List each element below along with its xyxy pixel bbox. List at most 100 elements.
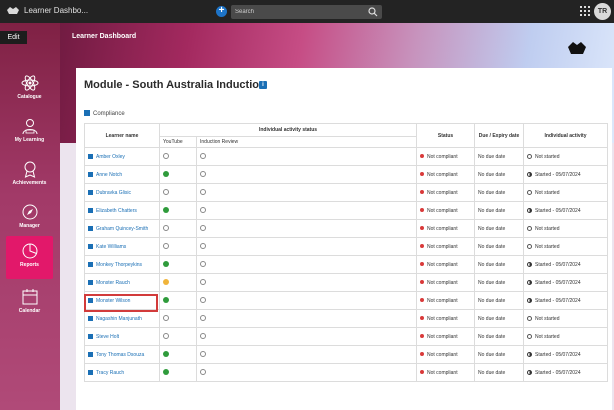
activity-text: Not started <box>535 225 560 232</box>
table-row: Elizabeth Chatters Not compliant No due da… <box>84 201 609 220</box>
individual-activity-cell: Started - 05/07/2024 <box>523 255 609 274</box>
module-title: Module - South Australia Induction <box>84 79 266 91</box>
edit-button[interactable]: Edit <box>0 31 27 44</box>
induction-status-cell <box>195 363 418 382</box>
learner-name[interactable]: Elizabeth Chatters <box>96 208 137 214</box>
status-text: Not compliant <box>427 171 458 178</box>
status-dot-icon <box>420 225 425 230</box>
youtube-status-cell <box>159 237 197 256</box>
none-status-icon <box>200 369 206 375</box>
status-dot-icon <box>420 207 425 212</box>
create-button[interactable]: + <box>216 6 227 17</box>
status-cell: Not compliant <box>416 219 476 238</box>
due-date-cell: No due date <box>474 219 525 238</box>
status-cell: Not compliant <box>416 147 476 166</box>
learner-name-link[interactable]: Kate Williams <box>84 237 160 256</box>
learner-name-link[interactable]: Anne Notch <box>84 165 160 184</box>
info-icon[interactable]: i <box>259 81 267 89</box>
learner-name-link[interactable]: Elizabeth Chatters <box>84 201 160 220</box>
search-input[interactable] <box>235 6 360 18</box>
individual-activity-cell: Not started <box>523 147 609 166</box>
learner-name[interactable]: Amber Oxley <box>96 154 125 160</box>
calendar-icon <box>22 289 37 305</box>
none-status-icon <box>163 315 169 321</box>
sidebar-item-my-learning[interactable]: My Learning <box>6 111 53 154</box>
sidebar-item-manager[interactable]: Manager <box>6 197 53 240</box>
learner-name-link[interactable]: Dubravka Glisic <box>84 183 160 202</box>
learner-name-link[interactable]: Graham Quincey-Smith <box>84 219 160 238</box>
none-status-icon <box>200 189 206 195</box>
learner-name[interactable]: Anne Notch <box>96 172 122 178</box>
status-dot-icon <box>420 351 425 356</box>
header-individual-activity: Individual activity <box>523 123 609 148</box>
sidebar-item-reports[interactable]: Reports <box>6 236 53 279</box>
learner-name-link[interactable]: Nagashin Manjunath <box>84 309 160 328</box>
sidebar-item-label: Catalogue <box>17 94 42 100</box>
sidebar-item-calendar[interactable]: Calendar <box>6 282 53 325</box>
avatar[interactable]: TR <box>594 3 611 20</box>
learner-name[interactable]: Graham Quincey-Smith <box>96 226 148 232</box>
induction-status-cell <box>195 309 418 328</box>
learner-name-link[interactable]: Steve Holt <box>84 327 160 346</box>
table-row: Graham Quincey-Smith Not compliant No due … <box>84 219 609 238</box>
individual-activity-cell: Not started <box>523 183 609 202</box>
table-row: Nagashin Manjunath Not compliant No due da… <box>84 309 609 328</box>
status-cell: Not compliant <box>416 345 476 364</box>
sidebar-item-catalogue[interactable]: Catalogue <box>6 68 53 111</box>
learner-name[interactable]: Tony Thomas Dsouza <box>96 352 144 358</box>
learner-name-link[interactable]: Tony Thomas Dsouza <box>84 345 160 364</box>
app-title[interactable]: Learner Dashbo... <box>24 6 88 15</box>
sidebar-item-label: Achievements <box>12 180 47 186</box>
search-icon[interactable] <box>368 7 378 17</box>
learner-name-link[interactable]: Monkey Thorpeykins <box>84 255 160 274</box>
learner-name-link[interactable]: Tracy Rauch <box>84 363 160 382</box>
status-cell: Not compliant <box>416 255 476 274</box>
status-cell: Not compliant <box>416 291 476 310</box>
youtube-status-cell <box>159 165 197 184</box>
user-icon <box>88 189 93 195</box>
status-text: Not compliant <box>427 189 458 196</box>
complete-status-icon <box>163 171 169 177</box>
status-dot-icon <box>420 315 425 320</box>
compliance-icon <box>84 110 90 116</box>
learner-name[interactable]: Steve Holt <box>96 334 119 340</box>
app-grid-icon[interactable] <box>580 6 590 16</box>
decorative-logo-icon <box>568 42 586 54</box>
individual-activity-cell: Not started <box>523 327 609 346</box>
status-text: Not compliant <box>427 279 458 286</box>
sidebar-item-achievements[interactable]: Achievements <box>6 154 53 197</box>
youtube-status-cell <box>159 291 197 310</box>
sidebar-item-label: Calendar <box>18 308 41 314</box>
logo-icon[interactable] <box>6 6 20 16</box>
learner-name[interactable]: Kate Williams <box>96 244 126 250</box>
none-status-icon <box>163 225 169 231</box>
learner-name[interactable]: Dubravka Glisic <box>96 190 131 196</box>
status-text: Not compliant <box>427 315 458 322</box>
induction-status-cell <box>195 183 418 202</box>
user-icon <box>88 171 93 177</box>
learner-name[interactable]: Tracy Rauch <box>96 370 124 376</box>
youtube-status-cell <box>159 309 197 328</box>
due-date-cell: No due date <box>474 309 525 328</box>
compliance-table: Learner name Individual activity status … <box>84 123 609 382</box>
report-card: Module - South Australia Induction i Com… <box>76 68 612 410</box>
learner-name[interactable]: Monster Rauch <box>96 280 130 286</box>
induction-status-cell <box>195 291 418 310</box>
search-bar <box>231 5 382 19</box>
none-status-icon <box>200 261 206 267</box>
none-status-icon <box>163 153 169 159</box>
learner-name-link[interactable]: Amber Oxley <box>84 147 160 166</box>
none-status-icon <box>200 333 206 339</box>
due-date-cell: No due date <box>474 345 525 364</box>
status-cell: Not compliant <box>416 201 476 220</box>
youtube-status-cell <box>159 327 197 346</box>
none-status-icon <box>200 153 206 159</box>
learner-name-link[interactable]: Monster Rauch <box>84 273 160 292</box>
activity-text: Not started <box>535 243 560 250</box>
status-text: Not compliant <box>427 351 458 358</box>
learner-name[interactable]: Monkey Thorpeykins <box>96 262 142 268</box>
learner-name[interactable]: Nagashin Manjunath <box>96 316 142 322</box>
status-cell: Not compliant <box>416 273 476 292</box>
youtube-status-cell <box>159 363 197 382</box>
header-learner-name: Learner name <box>84 123 160 148</box>
